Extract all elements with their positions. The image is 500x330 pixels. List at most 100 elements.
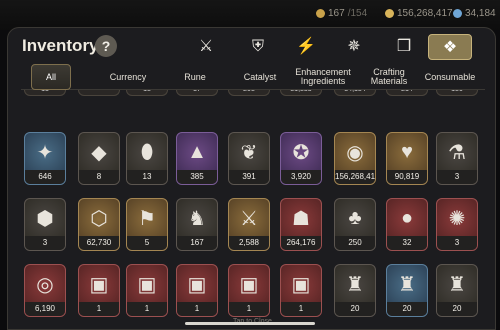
gem-icon: [453, 9, 462, 18]
item-count: 391: [229, 170, 269, 184]
item-count: 646: [25, 170, 65, 184]
help-button[interactable]: ?: [95, 35, 117, 57]
green-lantern-item-icon: ♜: [448, 273, 466, 296]
inventory-item-slot[interactable]: ⬡ 62,730: [78, 198, 120, 251]
inventory-item-slot[interactable]: ▣ 1: [228, 264, 270, 317]
inventory-item-slot[interactable]: ✺ 3: [436, 198, 478, 251]
resource-gem: 34,184: [453, 8, 496, 19]
tab-rune[interactable]: Rune: [169, 64, 221, 90]
item-count: 1: [127, 302, 167, 316]
inventory-item-slot[interactable]: ☗ 264,176: [280, 198, 322, 251]
item-count: 167: [177, 236, 217, 250]
item-count: 1: [229, 302, 269, 316]
item-count: 62,730: [79, 236, 119, 250]
red-orb-item-icon: ●: [400, 206, 414, 229]
item-count: 34,184: [335, 90, 375, 93]
item-count: 180: [437, 90, 477, 93]
inventory-item-slot[interactable]: ❦ 391: [228, 132, 270, 185]
partial-item-slot[interactable]: 34,184: [334, 90, 376, 96]
tab-consumable[interactable]: Consumable: [421, 64, 479, 90]
sword-shield-icon[interactable]: ⚔: [191, 34, 221, 60]
item-count: 2,588: [229, 236, 269, 250]
resource-value: 156,268,417: [397, 8, 453, 19]
partial-item-slot[interactable]: 180: [436, 90, 478, 96]
item-count: 3: [437, 236, 477, 250]
red-lantern-item-icon: ♜: [346, 273, 364, 296]
inventory-item-slot[interactable]: ♞ 167: [176, 198, 218, 251]
resource-stamina: 167/154: [316, 8, 367, 19]
gold-hex-medal-item-icon: ⬡: [90, 207, 108, 230]
item-grid: 13183720831,83334,184214180✦646◆8⬮13▲385…: [8, 90, 495, 329]
tab-crafting-materials[interactable]: Crafting Materials: [361, 64, 417, 90]
inventory-item-slot[interactable]: ▣ 1: [176, 264, 218, 317]
partial-item-slot[interactable]: 18: [126, 90, 168, 96]
inventory-item-slot[interactable]: ▣ 1: [280, 264, 322, 317]
red-seal-item-icon: ✺: [448, 207, 466, 230]
inventory-item-slot[interactable]: ♜ 20: [386, 264, 428, 317]
crossed-shield-icon[interactable]: ⛨: [243, 34, 273, 60]
inventory-item-slot[interactable]: ▣ 1: [126, 264, 168, 317]
partial-item-slot[interactable]: 208: [228, 90, 270, 96]
inventory-item-slot[interactable]: ♣ 250: [334, 198, 376, 251]
partial-item-slot[interactable]: 37: [176, 90, 218, 96]
inventory-item-slot[interactable]: ✦ 646: [24, 132, 66, 185]
inventory-item-slot[interactable]: ♥ 90,819: [386, 132, 428, 185]
partial-item-slot[interactable]: [78, 90, 120, 96]
inventory-item-slot[interactable]: ◆ 8: [78, 132, 120, 185]
partial-item-slot[interactable]: 13: [24, 90, 66, 96]
demon-mask-item-icon: ☗: [292, 207, 310, 230]
inventory-item-slot[interactable]: ⬢ 3: [24, 198, 66, 251]
feather-stone-item-icon: ⬮: [140, 140, 154, 163]
resource-gold: 156,268,417: [385, 8, 453, 19]
pink-artifact-chest-item-icon: ▣: [291, 273, 311, 296]
inventory-item-slot[interactable]: ⚑ 5: [126, 198, 168, 251]
item-count: 90,819: [387, 170, 427, 184]
inventory-item-slot[interactable]: ⚔ 2,588: [228, 198, 270, 251]
inventory-item-slot[interactable]: ✪ 3,920: [280, 132, 322, 185]
partial-item-slot[interactable]: 31,833: [280, 90, 322, 96]
red-bracelet-item-icon: ◎: [36, 273, 54, 296]
resource-max: /154: [347, 8, 368, 19]
cube-icon[interactable]: ❒: [389, 34, 419, 60]
inventory-item-slot[interactable]: ⬮ 13: [126, 132, 168, 185]
item-count: 1: [79, 302, 119, 316]
lightning-icon[interactable]: ⚡: [291, 34, 321, 60]
pink-weapon-chest-item-icon: ▣: [137, 273, 157, 296]
knight-chess-item-icon: ♞: [188, 207, 206, 230]
silver-crest-item-icon: ✪: [292, 141, 310, 164]
item-count: 156,268,417: [335, 170, 375, 184]
resource-bar: 167/154 156,268,417 34,184: [0, 0, 500, 30]
tab-all[interactable]: All: [31, 64, 71, 90]
tab-catalyst[interactable]: Catalyst: [229, 64, 291, 90]
item-count: 1: [177, 302, 217, 316]
blue-lantern-item-icon: ♜: [398, 273, 416, 296]
tab-currency[interactable]: Currency: [93, 64, 163, 90]
item-count: 32: [387, 236, 427, 250]
inventory-item-slot[interactable]: ♜ 20: [436, 264, 478, 317]
item-count: 20: [335, 302, 375, 316]
item-count: 250: [335, 236, 375, 250]
item-count: 3,920: [281, 170, 321, 184]
inventory-item-slot[interactable]: ⚗ 3: [436, 132, 478, 185]
inventory-item-slot[interactable]: ♜ 20: [334, 264, 376, 317]
item-count: 3: [437, 170, 477, 184]
inventory-item-slot[interactable]: ◎ 6,190: [24, 264, 66, 317]
item-count: 18: [127, 90, 167, 93]
inventory-item-slot[interactable]: ▲ 385: [176, 132, 218, 185]
inventory-item-slot[interactable]: ◉ 156,268,417: [334, 132, 376, 185]
beast-claw-icon[interactable]: ✵: [339, 34, 369, 60]
page-title: Inventory: [22, 36, 99, 55]
bag-icon[interactable]: ❖: [428, 34, 472, 60]
pink-accessory-chest-item-icon: ▣: [239, 273, 259, 296]
green-leaf-item-icon: ❦: [240, 141, 258, 164]
item-count: 385: [177, 170, 217, 184]
partial-item-slot[interactable]: 214: [386, 90, 428, 96]
item-count: 31,833: [281, 90, 321, 93]
item-count: 13: [25, 90, 65, 93]
cyan-potion-item-icon: ⚗: [448, 141, 466, 164]
inventory-item-slot[interactable]: ● 32: [386, 198, 428, 251]
tab-enhancement-ingredients[interactable]: Enhancement Ingredients: [289, 64, 357, 90]
gold-coin-item-icon: ◉: [346, 141, 364, 164]
inventory-item-slot[interactable]: ▣ 1: [78, 264, 120, 317]
star-compass-item-icon: ✦: [36, 141, 54, 164]
